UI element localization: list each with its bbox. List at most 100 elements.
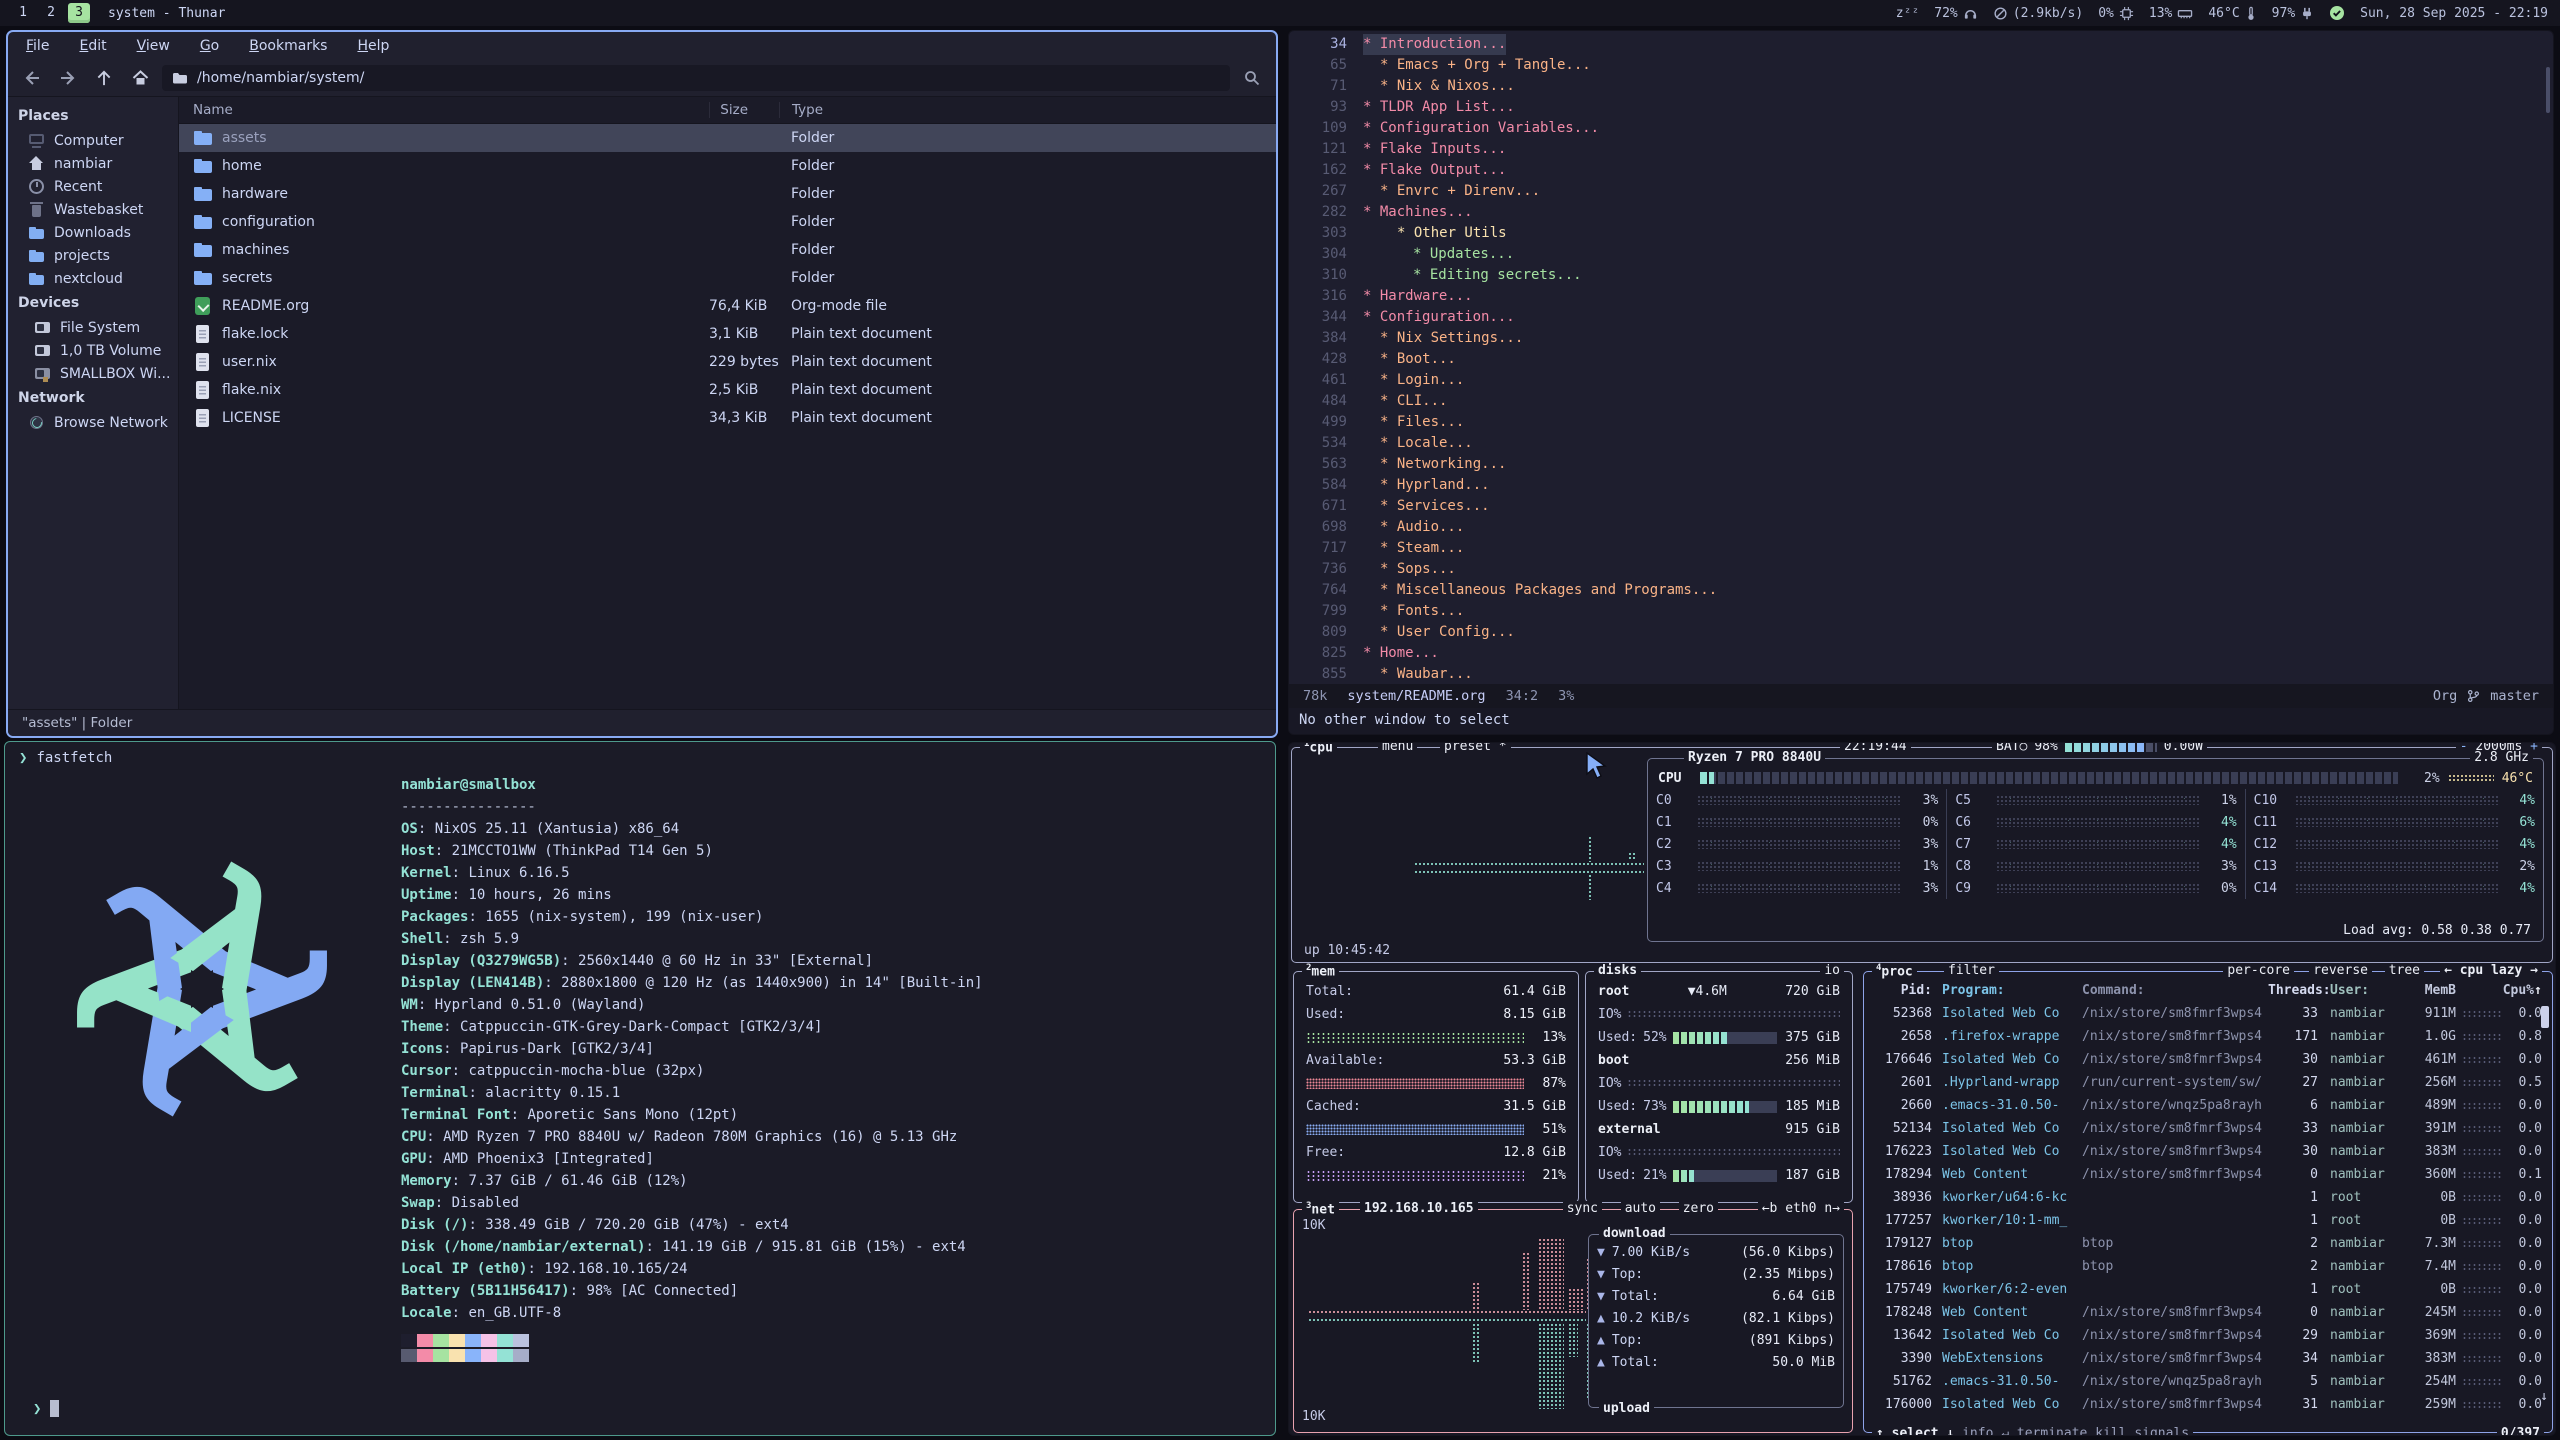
file-row[interactable]: flake.nix 2,5 KiB Plain text document bbox=[179, 376, 1276, 404]
org-heading-line[interactable]: 34 * Introduction... bbox=[1289, 34, 2553, 55]
process-row[interactable]: 2660 .emacs-31.0.50- /nix/store/wnqz5pa8… bbox=[1864, 1094, 2552, 1117]
sidebar-device-item[interactable]: File System bbox=[8, 316, 178, 339]
path-bar[interactable]: /home/nambiar/system/ bbox=[162, 65, 1230, 91]
sidebar-item[interactable]: nambiar bbox=[8, 152, 178, 175]
menu-button[interactable]: menu bbox=[1378, 742, 1417, 754]
org-heading-line[interactable]: 499 * Files... bbox=[1289, 412, 2553, 433]
process-row[interactable]: 178616 btop btop 2 nambiar 7.4M 0.0 bbox=[1864, 1255, 2552, 1278]
per-core-toggle[interactable]: per-core bbox=[2223, 963, 2294, 978]
org-heading-line[interactable]: 121 * Flake Inputs... bbox=[1289, 139, 2553, 160]
org-heading-line[interactable]: 484 * CLI... bbox=[1289, 391, 2553, 412]
process-row[interactable]: 38936 kworker/u64:6-kc 1 root 0B 0.0 bbox=[1864, 1186, 2552, 1209]
org-heading-line[interactable]: 303 * Other Utils bbox=[1289, 223, 2553, 244]
process-row[interactable]: 52368 Isolated Web Co /nix/store/sm8fmrf… bbox=[1864, 1002, 2552, 1025]
file-row[interactable]: user.nix 229 bytes Plain text document bbox=[179, 348, 1276, 376]
org-heading-line[interactable]: 534 * Locale... bbox=[1289, 433, 2553, 454]
refresh-minus-button[interactable]: - bbox=[2460, 742, 2468, 754]
io-mode-button[interactable]: io bbox=[1820, 963, 1844, 978]
select-keys[interactable]: ↑ select ↓ bbox=[1876, 1426, 1954, 1436]
org-heading-line[interactable]: 736 * Sops... bbox=[1289, 559, 2553, 580]
net-zero-button[interactable]: zero bbox=[1679, 1201, 1718, 1216]
org-heading-line[interactable]: 855 * Waubar... bbox=[1289, 664, 2553, 684]
org-heading-line[interactable]: 825 * Home... bbox=[1289, 643, 2553, 664]
process-row[interactable]: 2601 .Hyprland-wrapp /run/current-system… bbox=[1864, 1071, 2552, 1094]
sort-column-selector[interactable]: ← cpu lazy → bbox=[2440, 963, 2542, 978]
sidebar-item[interactable]: Computer bbox=[8, 129, 178, 152]
info-key[interactable]: info ↵ bbox=[1962, 1426, 2009, 1436]
disks-box-label[interactable]: disks bbox=[1594, 963, 1641, 978]
org-heading-line[interactable]: 267 * Envrc + Direnv... bbox=[1289, 181, 2553, 202]
process-row[interactable]: 179127 btop btop 2 nambiar 7.3M 0.0 bbox=[1864, 1232, 2552, 1255]
column-header-size[interactable]: Size bbox=[709, 102, 779, 118]
search-button[interactable] bbox=[1238, 65, 1266, 91]
org-heading-line[interactable]: 344 * Configuration... bbox=[1289, 307, 2553, 328]
org-heading-line[interactable]: 65 * Emacs + Org + Tangle... bbox=[1289, 55, 2553, 76]
org-heading-line[interactable]: 282 * Machines... bbox=[1289, 202, 2553, 223]
preset-button[interactable]: preset * bbox=[1440, 742, 1511, 754]
org-heading-line[interactable]: 428 * Boot... bbox=[1289, 349, 2553, 370]
emacs-window[interactable]: 34 * Introduction... 65 * Emacs + Org + … bbox=[1288, 30, 2554, 735]
btop-window[interactable]: 1cpu menu preset * 22:19:44 BAT○98% 0.00… bbox=[1288, 742, 2556, 1436]
file-row[interactable]: home Folder bbox=[179, 152, 1276, 180]
sidebar-item[interactable]: Recent bbox=[8, 175, 178, 198]
menu-item[interactable]: File bbox=[26, 38, 49, 54]
org-heading-line[interactable]: 316 * Hardware... bbox=[1289, 286, 2553, 307]
process-row[interactable]: 176223 Isolated Web Co /nix/store/sm8fmr… bbox=[1864, 1140, 2552, 1163]
process-row[interactable]: 3390 WebExtensions /nix/store/sm8fmrf3wp… bbox=[1864, 1347, 2552, 1370]
net-sync-button[interactable]: sync bbox=[1563, 1201, 1602, 1216]
org-heading-line[interactable]: 717 * Steam... bbox=[1289, 538, 2553, 559]
kill-key[interactable]: kill bbox=[2095, 1426, 2126, 1436]
file-row[interactable]: LICENSE 34,3 KiB Plain text document bbox=[179, 404, 1276, 432]
filter-button[interactable]: filter bbox=[1944, 963, 1999, 978]
org-heading-line[interactable]: 109 * Configuration Variables... bbox=[1289, 118, 2553, 139]
process-row[interactable]: 176000 Isolated Web Co /nix/store/sm8fmr… bbox=[1864, 1393, 2552, 1416]
process-row[interactable]: 2658 .firefox-wrappe /nix/store/sm8fmrf3… bbox=[1864, 1025, 2552, 1048]
process-row[interactable]: 175749 kworker/6:2-even 1 root 0B 0.0 bbox=[1864, 1278, 2552, 1301]
home-button[interactable] bbox=[126, 65, 154, 91]
file-row[interactable]: flake.lock 3,1 KiB Plain text document bbox=[179, 320, 1276, 348]
proc-scrollbar[interactable] bbox=[2541, 1006, 2549, 1028]
column-header-type[interactable]: Type bbox=[779, 102, 1276, 118]
reverse-toggle[interactable]: reverse bbox=[2309, 963, 2372, 978]
workspace-button[interactable]: 2 bbox=[40, 3, 62, 23]
sidebar-device-item[interactable]: SMALLBOX Wi... bbox=[8, 362, 178, 385]
shell-prompt[interactable]: ❯ bbox=[33, 1400, 59, 1417]
emacs-scrollbar[interactable] bbox=[2546, 67, 2550, 113]
process-row[interactable]: 178294 Web Content /nix/store/sm8fmrf3wp… bbox=[1864, 1163, 2552, 1186]
workspace-button[interactable]: 3 bbox=[68, 3, 90, 23]
up-button[interactable] bbox=[90, 65, 118, 91]
net-auto-button[interactable]: auto bbox=[1621, 1201, 1660, 1216]
org-heading-line[interactable]: 93 * TLDR App List... bbox=[1289, 97, 2553, 118]
process-row[interactable]: 178248 Web Content /nix/store/sm8fmrf3wp… bbox=[1864, 1301, 2552, 1324]
net-interface-switcher[interactable]: ←b eth0 n→ bbox=[1758, 1201, 1844, 1216]
org-heading-line[interactable]: 671 * Services... bbox=[1289, 496, 2553, 517]
file-row[interactable]: README.org 76,4 KiB Org-mode file bbox=[179, 292, 1276, 320]
sidebar-device-item[interactable]: 1,0 TB Volume bbox=[8, 339, 178, 362]
file-row[interactable]: secrets Folder bbox=[179, 264, 1276, 292]
org-heading-line[interactable]: 698 * Audio... bbox=[1289, 517, 2553, 538]
proc-box-label[interactable]: 4proc bbox=[1872, 963, 1917, 979]
menu-item[interactable]: Help bbox=[357, 38, 389, 54]
thunar-window[interactable]: File Edit View Go Bookmarks Help bbox=[6, 30, 1278, 738]
process-row[interactable]: 177257 kworker/10:1-mm_ 1 root 0B 0.0 bbox=[1864, 1209, 2552, 1232]
org-heading-line[interactable]: 764 * Miscellaneous Packages and Program… bbox=[1289, 580, 2553, 601]
sidebar-item[interactable]: Wastebasket bbox=[8, 198, 178, 221]
file-row[interactable]: assets Folder bbox=[179, 124, 1276, 152]
process-row[interactable]: 13642 Isolated Web Co /nix/store/sm8fmrf… bbox=[1864, 1324, 2552, 1347]
signals-key[interactable]: signals bbox=[2134, 1426, 2189, 1436]
process-row[interactable]: 51762 .emacs-31.0.50- /nix/store/wnqz5pa… bbox=[1864, 1370, 2552, 1393]
workspace-button[interactable]: 1 bbox=[12, 3, 34, 23]
mem-box-label[interactable]: 2mem bbox=[1302, 963, 1339, 979]
terminal-window[interactable]: ❯fastfetch λ λ λ λ λ λ nambiar@smallbox … bbox=[4, 741, 1276, 1436]
menu-item[interactable]: Go bbox=[200, 38, 219, 54]
sidebar-item[interactable]: projects bbox=[8, 244, 178, 267]
org-heading-line[interactable]: 461 * Login... bbox=[1289, 370, 2553, 391]
cpu-box-label[interactable]: 1cpu bbox=[1300, 742, 1337, 755]
back-button[interactable] bbox=[18, 65, 46, 91]
org-heading-line[interactable]: 310 * Editing secrets... bbox=[1289, 265, 2553, 286]
org-heading-line[interactable]: 304 * Updates... bbox=[1289, 244, 2553, 265]
org-heading-line[interactable]: 384 * Nix Settings... bbox=[1289, 328, 2553, 349]
menu-item[interactable]: View bbox=[137, 38, 170, 54]
file-row[interactable]: configuration Folder bbox=[179, 208, 1276, 236]
forward-button[interactable] bbox=[54, 65, 82, 91]
